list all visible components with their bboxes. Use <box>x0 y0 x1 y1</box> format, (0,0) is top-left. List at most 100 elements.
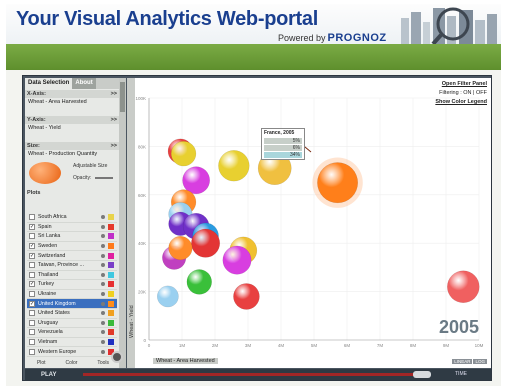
year-label: 2005 <box>438 317 479 337</box>
plot-name: Turkey <box>38 281 54 288</box>
plot-checkbox[interactable]: ✓ <box>29 252 35 259</box>
plot-color-swatch[interactable] <box>108 339 114 346</box>
plot-info-icon[interactable] <box>101 340 105 345</box>
scrollbar-thumb[interactable] <box>120 82 125 112</box>
plot-color-swatch[interactable] <box>108 262 114 269</box>
plot-color-swatch[interactable] <box>108 281 114 288</box>
plot-row[interactable]: ✓ Turkey <box>27 280 117 290</box>
timeline-knob[interactable] <box>413 371 431 378</box>
log-scale-button[interactable]: LOG <box>473 359 487 364</box>
plot-row[interactable]: World <box>27 357 117 358</box>
bottom-tabs: Plot Color Tools <box>27 360 119 368</box>
y-axis-title: Y-Axis: <box>27 117 46 123</box>
plot-row[interactable]: ✓ United Kingdom <box>27 299 117 309</box>
bubble <box>218 150 250 182</box>
size-value[interactable]: Wheat - Production Quantity <box>25 150 119 159</box>
plot-color-swatch[interactable] <box>108 233 114 240</box>
bubble <box>191 228 221 258</box>
plot-info-icon[interactable] <box>101 320 105 325</box>
y-axis-expand-button[interactable]: >> <box>111 117 117 123</box>
plot-checkbox[interactable] <box>29 214 35 221</box>
plot-color-swatch[interactable] <box>108 310 114 317</box>
tab-color[interactable]: Color <box>65 360 77 368</box>
plot-row[interactable]: ✓ Sweden <box>27 242 117 252</box>
play-button[interactable]: PLAY <box>41 372 56 378</box>
plot-info-icon[interactable] <box>101 330 105 335</box>
plot-row[interactable]: ✓ Spain <box>27 223 117 233</box>
plot-row[interactable]: Taiwan, Province ... <box>27 261 117 271</box>
tab-data-selection[interactable]: Data Selection <box>25 78 73 89</box>
tooltip-row-y: 6% <box>264 145 302 151</box>
linear-scale-button[interactable]: LINEAR <box>452 359 473 364</box>
plot-color-swatch[interactable] <box>108 252 114 259</box>
plot-row[interactable]: Sri Lanka <box>27 232 117 242</box>
plot-row[interactable]: South Africa <box>27 213 117 223</box>
plot-checkbox[interactable]: ✓ <box>29 243 35 250</box>
plot-info-icon[interactable] <box>101 301 105 306</box>
plot-info-icon[interactable] <box>101 311 105 316</box>
zoom-magnifier-icon[interactable] <box>111 351 123 363</box>
plot-info-icon[interactable] <box>101 244 105 249</box>
plot-info-icon[interactable] <box>101 349 105 354</box>
plot-color-swatch[interactable] <box>108 223 114 230</box>
plot-checkbox[interactable] <box>29 233 35 240</box>
show-color-legend-link[interactable]: Show Color Legend <box>435 98 487 107</box>
plot-info-icon[interactable] <box>101 292 105 297</box>
y-axis-value[interactable]: Wheat - Yield <box>25 124 119 133</box>
plot-row[interactable]: Vietnam <box>27 338 117 348</box>
plots-header: Plots <box>27 190 41 196</box>
tab-plot[interactable]: Plot <box>37 360 46 368</box>
plot-color-swatch[interactable] <box>108 329 114 336</box>
plot-info-icon[interactable] <box>101 234 105 239</box>
plot-info-icon[interactable] <box>101 272 105 277</box>
plot-name: Uruguay <box>38 319 59 326</box>
plot-checkbox[interactable] <box>29 319 35 326</box>
chart-svg: 100K80K60K40K20K00 1M 2M 3M 4M 5M 6M 7M 8M 9M 10MW… <box>127 78 491 368</box>
plot-checkbox[interactable] <box>29 329 35 336</box>
plot-checkbox[interactable] <box>29 271 35 278</box>
filtering-toggle[interactable]: Filtering : ON | OFF <box>435 89 487 98</box>
plot-info-icon[interactable] <box>101 224 105 229</box>
y-tick-label: 20K <box>138 290 146 295</box>
plot-row[interactable]: Venezuela <box>27 328 117 338</box>
plot-color-swatch[interactable] <box>108 243 114 250</box>
plot-row[interactable]: United States <box>27 309 117 319</box>
plot-row[interactable]: Uruguay <box>27 319 117 329</box>
x-tick-label: 3M <box>245 343 252 348</box>
tab-about[interactable]: About <box>72 78 96 89</box>
x-axis-label[interactable]: Wheat - Area Harvested <box>153 358 218 364</box>
plot-info-icon[interactable] <box>101 263 105 268</box>
plot-checkbox[interactable] <box>29 310 35 317</box>
x-axis-expand-button[interactable]: >> <box>111 91 117 97</box>
plot-info-icon[interactable] <box>101 215 105 220</box>
plot-checkbox[interactable]: ✓ <box>29 300 35 307</box>
timeline-track[interactable] <box>83 373 429 376</box>
plot-color-swatch[interactable] <box>108 214 114 221</box>
plot-row[interactable]: ✓ Switzerland <box>27 251 117 261</box>
opacity-slider[interactable] <box>95 177 113 179</box>
bubble <box>447 270 480 304</box>
plot-color-swatch[interactable] <box>108 300 114 307</box>
plot-checkbox[interactable] <box>29 291 35 298</box>
plot-info-icon[interactable] <box>101 282 105 287</box>
plot-row[interactable]: Thailand <box>27 271 117 281</box>
x-axis-value[interactable]: Wheat - Area Harvested <box>25 98 119 107</box>
plot-checkbox[interactable]: ✓ <box>29 281 35 288</box>
panel-scrollbar[interactable] <box>119 78 126 368</box>
x-tick-label: 5M <box>311 343 318 348</box>
plot-row[interactable]: Ukraine <box>27 290 117 300</box>
plot-checkbox[interactable]: ✓ <box>29 223 35 230</box>
plot-row[interactable]: Western Europe <box>27 347 117 357</box>
plot-color-swatch[interactable] <box>108 271 114 278</box>
open-filter-panel-link[interactable]: Open Filter Panel <box>435 80 487 89</box>
plot-color-swatch[interactable] <box>108 291 114 298</box>
plot-checkbox[interactable] <box>29 348 35 355</box>
plot-info-icon[interactable] <box>101 253 105 258</box>
x-axis-title: X-Axis: <box>27 91 46 97</box>
x-tick-label: 4M <box>278 343 285 348</box>
plot-checkbox[interactable] <box>29 262 35 269</box>
size-expand-button[interactable]: >> <box>111 143 117 149</box>
plot-checkbox[interactable] <box>29 339 35 346</box>
tab-tools[interactable]: Tools <box>97 360 109 368</box>
plot-color-swatch[interactable] <box>108 319 114 326</box>
